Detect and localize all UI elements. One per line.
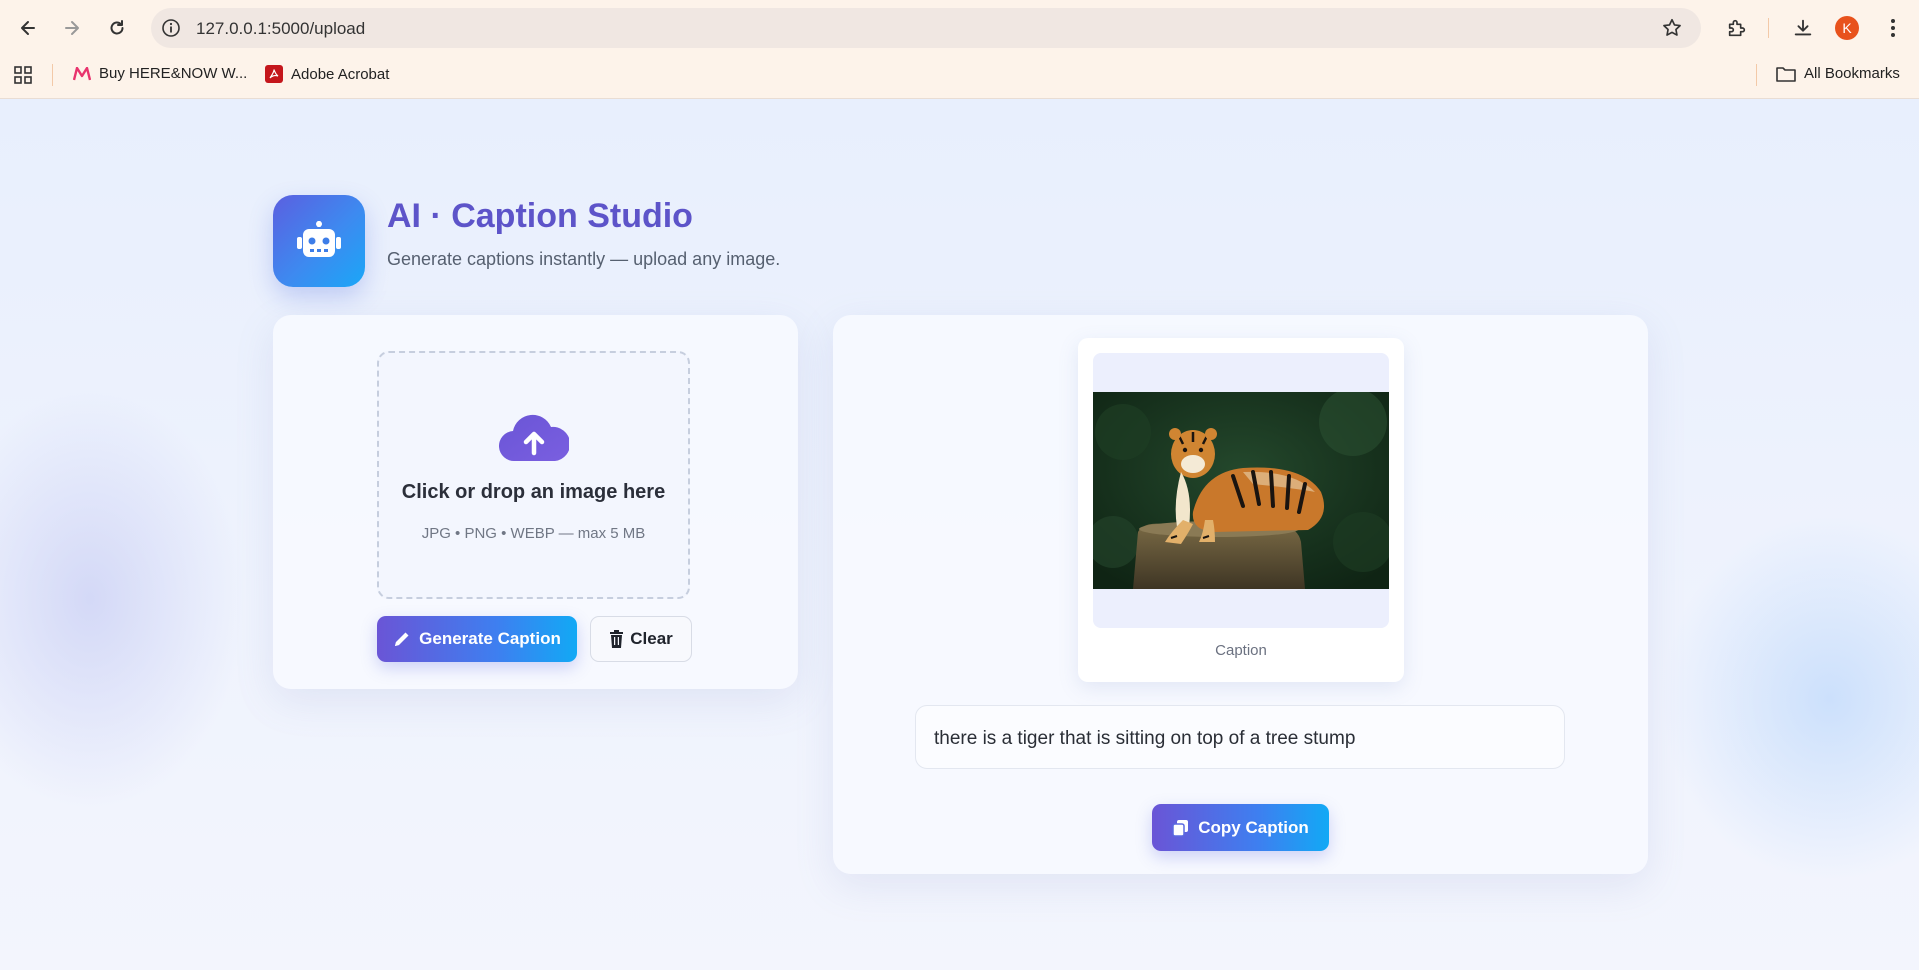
page-subtitle: Generate captions instantly — upload any… <box>387 249 781 269</box>
bookmark-label: Adobe Acrobat <box>291 65 390 83</box>
arrow-right-icon <box>65 21 79 35</box>
image-dropzone[interactable]: Click or drop an image here JPG • PNG • … <box>377 351 690 599</box>
apps-button[interactable] <box>14 66 32 84</box>
bookmark-label: Buy HERE&NOW W... <box>99 65 248 82</box>
arrow-left-icon <box>21 21 35 35</box>
upload-card: Click or drop an image here JPG • PNG • … <box>273 315 798 689</box>
cloud-upload-icon <box>499 414 569 462</box>
image-preview <box>1093 353 1389 628</box>
robot-icon <box>297 221 341 257</box>
apps-grid-icon <box>14 66 32 84</box>
kebab-menu-icon <box>1891 19 1895 37</box>
bookmark-star-icon[interactable] <box>1661 17 1683 39</box>
folder-icon <box>1776 66 1796 82</box>
bookmark-item-acrobat[interactable]: Adobe Acrobat <box>265 65 389 83</box>
caption-output[interactable]: there is a tiger that is sitting on top … <box>915 705 1565 769</box>
bookmarks-bar: Buy HERE&NOW W... Adobe Acrobat All Book… <box>0 56 1919 99</box>
preview-label: Caption <box>1215 642 1267 659</box>
myntra-icon <box>73 66 91 80</box>
browser-toolbar: 127.0.0.1:5000/upload K <box>0 0 1919 56</box>
all-bookmarks-button[interactable]: All Bookmarks <box>1776 65 1900 82</box>
puzzle-icon <box>1728 19 1746 37</box>
reload-icon <box>110 20 124 35</box>
extensions-button[interactable] <box>1723 14 1751 42</box>
downloads-button[interactable] <box>1789 14 1817 42</box>
result-card: Caption there is a tiger that is sitting… <box>833 315 1648 874</box>
copy-caption-button[interactable]: Copy Caption <box>1152 804 1329 851</box>
page-title: AI · Caption Studio <box>387 197 693 235</box>
download-icon <box>1794 19 1812 36</box>
copy-icon <box>1172 819 1189 837</box>
back-button[interactable] <box>12 12 44 44</box>
copy-caption-label: Copy Caption <box>1198 817 1309 837</box>
address-bar[interactable]: 127.0.0.1:5000/upload <box>151 8 1701 48</box>
bookmark-item-herenow[interactable]: Buy HERE&NOW W... <box>73 65 247 82</box>
clear-button[interactable]: Clear <box>590 616 692 662</box>
pencil-icon <box>395 632 409 646</box>
site-info-icon[interactable] <box>161 18 181 38</box>
generate-caption-button[interactable]: Generate Caption <box>377 616 577 662</box>
clear-label: Clear <box>630 629 673 648</box>
generate-caption-label: Generate Caption <box>419 629 561 648</box>
dropzone-hint: JPG • PNG • WEBP — max 5 MB <box>421 525 646 542</box>
reload-button[interactable] <box>101 12 133 44</box>
trash-icon <box>610 630 624 648</box>
profile-avatar[interactable]: K <box>1835 16 1859 40</box>
acrobat-icon <box>265 65 283 83</box>
tiger-photo <box>1093 392 1389 589</box>
all-bookmarks-label: All Bookmarks <box>1804 65 1900 82</box>
page-content: AI · Caption Studio Generate captions in… <box>0 99 1919 970</box>
app-logo <box>273 195 365 287</box>
forward-button[interactable] <box>56 12 88 44</box>
caption-text: there is a tiger that is sitting on top … <box>934 728 1356 749</box>
dropzone-title: Click or drop an image here <box>401 481 666 503</box>
url-text[interactable]: 127.0.0.1:5000/upload <box>196 19 365 39</box>
preview-card: Caption <box>1078 338 1404 682</box>
browser-menu-button[interactable] <box>1879 14 1907 42</box>
